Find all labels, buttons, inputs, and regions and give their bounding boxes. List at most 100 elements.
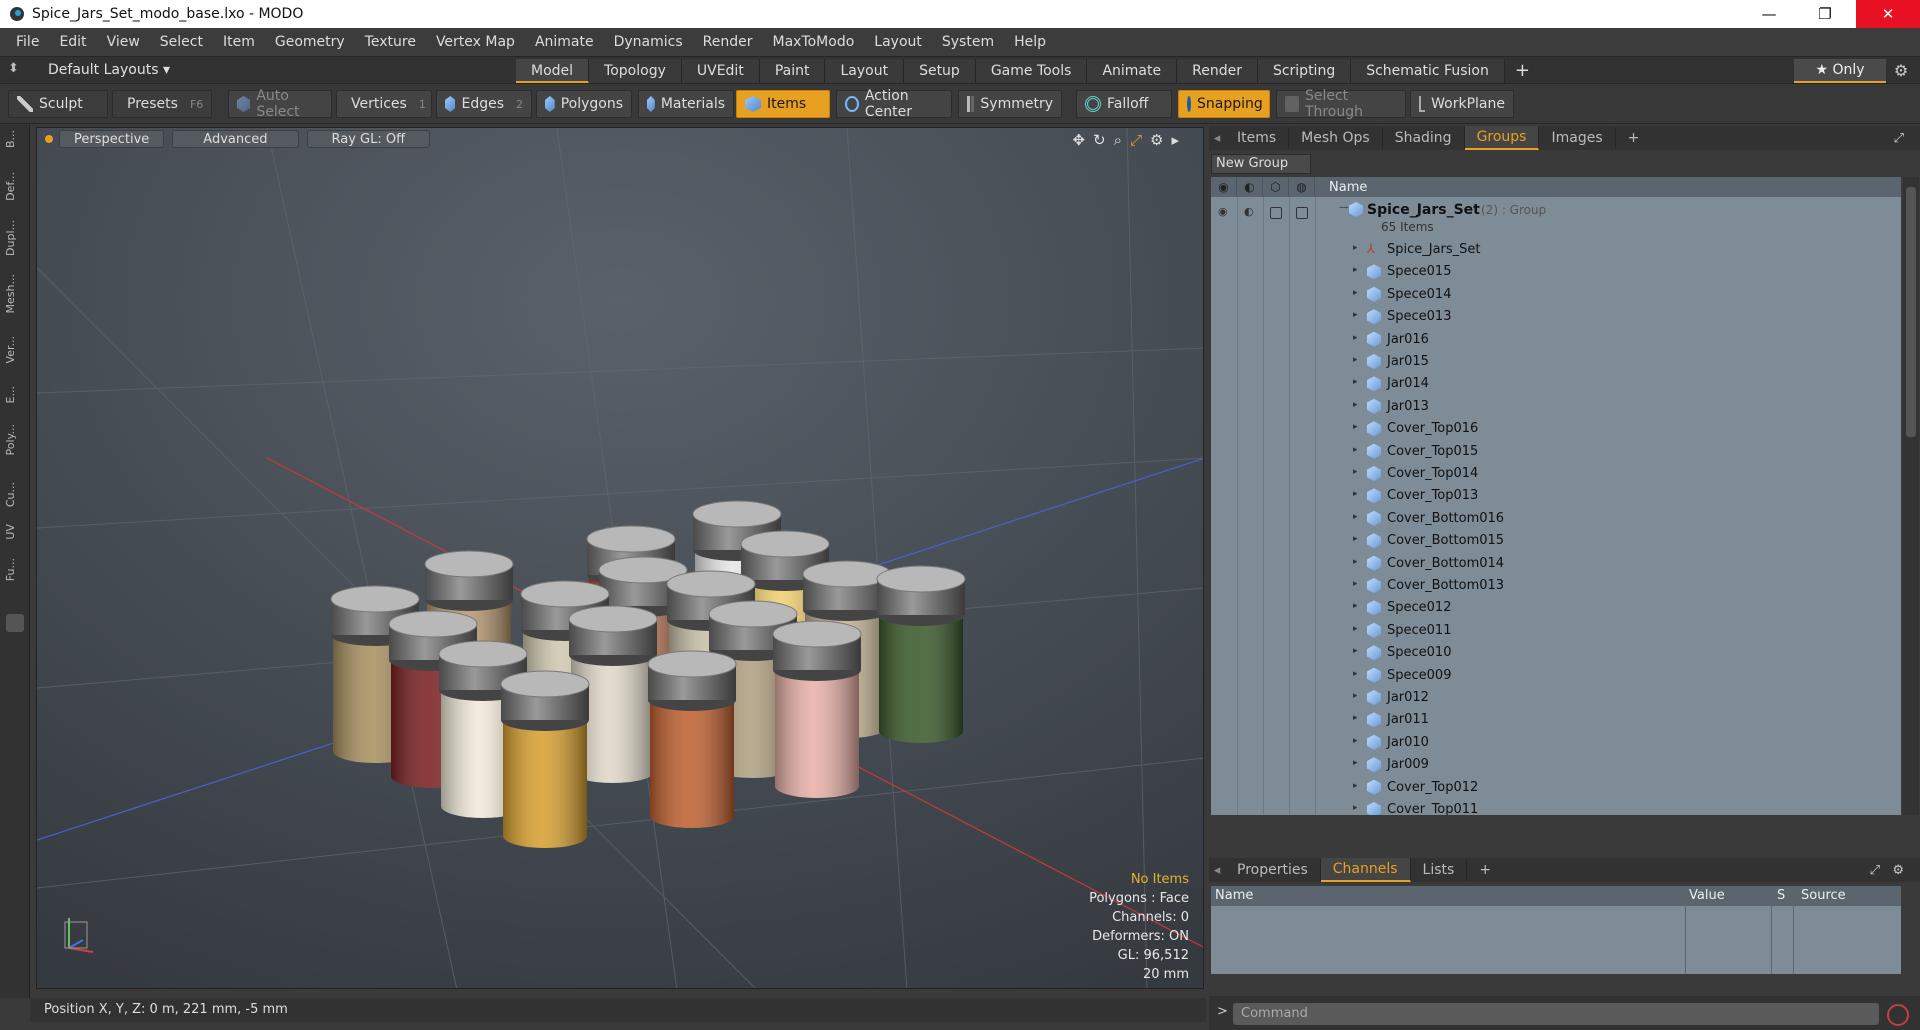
group-item-row[interactable]: ▸ Spece010 xyxy=(1211,642,1901,664)
tab-paint[interactable]: Paint xyxy=(759,59,826,83)
fit-icon[interactable]: ⤢ xyxy=(1130,131,1142,149)
raygl-dropdown[interactable]: Ray GL: Off xyxy=(306,130,431,148)
group-item-row[interactable]: ▸ ⅄ Spice_Jars_Set xyxy=(1211,239,1901,261)
menu-animate[interactable]: Animate xyxy=(525,34,604,50)
left-tab-basic[interactable]: B... xyxy=(4,130,26,148)
group-item-row[interactable]: ▸ Cover_Top011 xyxy=(1211,799,1901,815)
expand-icon[interactable]: ▸ xyxy=(1353,422,1358,432)
left-tab-polygon[interactable]: Poly... xyxy=(4,424,26,455)
group-item-row[interactable]: ▸ Jar010 xyxy=(1211,732,1901,754)
expand-icon[interactable]: ▸ xyxy=(1353,691,1358,701)
default-layouts-dropdown[interactable]: Default Layouts ▾ xyxy=(48,62,170,78)
group-render-icon[interactable]: ◐ xyxy=(1244,205,1256,218)
expand-icon[interactable]: ▸ xyxy=(1353,243,1358,253)
expand-icon[interactable]: ▸ xyxy=(1353,646,1358,656)
menu-maxtomodo[interactable]: MaxToModo xyxy=(763,34,865,50)
materials-button[interactable]: Materials xyxy=(638,90,734,118)
group-item-row[interactable]: ▸ Jar011 xyxy=(1211,709,1901,731)
menu-layout[interactable]: Layout xyxy=(864,34,932,50)
expand-icon[interactable]: ▸ xyxy=(1353,355,1358,365)
only-toggle-button[interactable]: ★ Only xyxy=(1794,59,1886,83)
menu-dynamics[interactable]: Dynamics xyxy=(604,34,693,50)
tab-schematic-fusion[interactable]: Schematic Fusion xyxy=(1351,59,1505,83)
symmetry-button[interactable]: Symmetry xyxy=(958,90,1062,118)
advanced-dropdown[interactable]: Advanced xyxy=(172,130,299,148)
add-layout-tab-button[interactable]: + xyxy=(1505,59,1540,83)
menu-file[interactable]: File xyxy=(6,34,49,50)
expand-icon[interactable]: ▸ xyxy=(1353,288,1358,298)
left-tab-vertex[interactable]: Ver... xyxy=(4,336,26,363)
left-tab-mesh[interactable]: Mesh... xyxy=(4,274,26,313)
viewport-expand-icon[interactable]: ▸ xyxy=(1171,131,1179,149)
expand-panel-icon[interactable]: ⤢ xyxy=(1894,131,1904,146)
groups-scrollbar[interactable] xyxy=(1903,177,1919,815)
group-visibility-icon[interactable]: ◉ xyxy=(1218,205,1230,218)
menu-item[interactable]: Item xyxy=(213,34,265,50)
group-item-row[interactable]: ▸ Spece015 xyxy=(1211,261,1901,283)
menu-system[interactable]: System xyxy=(932,34,1004,50)
zoom-icon[interactable]: ⌕ xyxy=(1114,131,1122,149)
expand-icon[interactable]: ▸ xyxy=(1353,736,1358,746)
select-through-button[interactable]: Select Through xyxy=(1276,88,1406,120)
group-item-row[interactable]: ▸ Cover_Top015 xyxy=(1211,441,1901,463)
properties-gear-icon[interactable]: ⚙ xyxy=(1892,863,1904,878)
tab-model[interactable]: Model xyxy=(516,59,590,83)
rotate-icon[interactable]: ↻ xyxy=(1093,131,1106,149)
expand-icon[interactable]: ▸ xyxy=(1353,310,1358,320)
left-tab-curve[interactable]: Cu... xyxy=(4,482,26,507)
expand-icon[interactable]: ▸ xyxy=(1353,512,1358,522)
group-item-row[interactable]: ▸ Cover_Bottom014 xyxy=(1211,553,1901,575)
group-item-row[interactable]: ▸ Spece014 xyxy=(1211,284,1901,306)
group-item-row[interactable]: ▸ Jar016 xyxy=(1211,329,1901,351)
group-item-row[interactable]: ▸ Cover_Bottom015 xyxy=(1211,530,1901,552)
group-item-row[interactable]: ▸ Jar014 xyxy=(1211,373,1901,395)
new-group-button[interactable]: New Group xyxy=(1211,154,1311,174)
left-tab-deform[interactable]: Def... xyxy=(4,172,26,201)
menu-geometry[interactable]: Geometry xyxy=(265,34,355,50)
group-item-row[interactable]: ▸ Cover_Top014 xyxy=(1211,463,1901,485)
group-row[interactable]: ◉ ◐ — Spice_Jars_Set (2) : Group 65 Item… xyxy=(1211,199,1901,239)
pan-icon[interactable]: ✥ xyxy=(1072,131,1085,149)
tab-properties[interactable]: Properties xyxy=(1225,859,1321,881)
group-item-row[interactable]: ▸ Spece011 xyxy=(1211,620,1901,642)
visibility-column-icon[interactable]: ◉ xyxy=(1211,177,1237,197)
polygons-button[interactable]: Polygons xyxy=(536,90,632,118)
group-item-row[interactable]: ▸ Cover_Top016 xyxy=(1211,418,1901,440)
expand-icon[interactable]: ▸ xyxy=(1353,534,1358,544)
left-tab-edge[interactable]: E... xyxy=(4,386,26,403)
add-properties-tab-button[interactable]: + xyxy=(1467,859,1503,881)
action-center-button[interactable]: Action Center xyxy=(836,88,952,120)
group-item-row[interactable]: ▸ Cover_Top012 xyxy=(1211,777,1901,799)
left-tab-uv[interactable]: UV xyxy=(4,524,26,540)
expand-icon[interactable]: ▸ xyxy=(1353,669,1358,679)
tab-layout[interactable]: Layout xyxy=(825,59,905,83)
vertices-button[interactable]: Vertices 1 xyxy=(336,90,432,118)
close-button[interactable]: ✕ xyxy=(1856,0,1920,28)
gear-icon[interactable]: ⚙ xyxy=(1888,59,1914,83)
minimize-button[interactable]: — xyxy=(1741,0,1797,28)
tab-items[interactable]: Items xyxy=(1225,127,1290,149)
tab-animate[interactable]: Animate xyxy=(1087,59,1178,83)
left-tab-duplicate[interactable]: Dupl... xyxy=(4,220,26,256)
expand-properties-icon[interactable]: ⤢ xyxy=(1870,863,1880,878)
expand-icon[interactable]: ▸ xyxy=(1353,601,1358,611)
tab-lists[interactable]: Lists xyxy=(1411,859,1468,881)
expand-icon[interactable]: ▸ xyxy=(1353,758,1358,768)
expand-icon[interactable]: ▸ xyxy=(1353,803,1358,813)
tab-render[interactable]: Render xyxy=(1177,59,1258,83)
expand-icon[interactable]: ▸ xyxy=(1353,579,1358,589)
expand-icon[interactable]: ▸ xyxy=(1353,377,1358,387)
edges-button[interactable]: Edges 2 xyxy=(436,90,532,118)
auto-select-button[interactable]: Auto Select xyxy=(228,88,332,120)
expand-icon[interactable]: ▸ xyxy=(1353,445,1358,455)
left-panel-toggle-button[interactable] xyxy=(6,614,24,632)
lock-column-icon[interactable]: ⬡ xyxy=(1263,177,1289,197)
menu-vertex-map[interactable]: Vertex Map xyxy=(426,34,525,50)
panel-menu-icon[interactable]: ◂ xyxy=(1209,131,1225,146)
menu-help[interactable]: Help xyxy=(1004,34,1056,50)
group-item-row[interactable]: ▸ Jar015 xyxy=(1211,351,1901,373)
group-item-row[interactable]: ▸ Spece013 xyxy=(1211,306,1901,328)
expand-icon[interactable]: ▸ xyxy=(1353,781,1358,791)
record-macro-icon[interactable] xyxy=(1887,1004,1909,1026)
layout-home-icon[interactable]: ⬍ xyxy=(8,61,26,79)
